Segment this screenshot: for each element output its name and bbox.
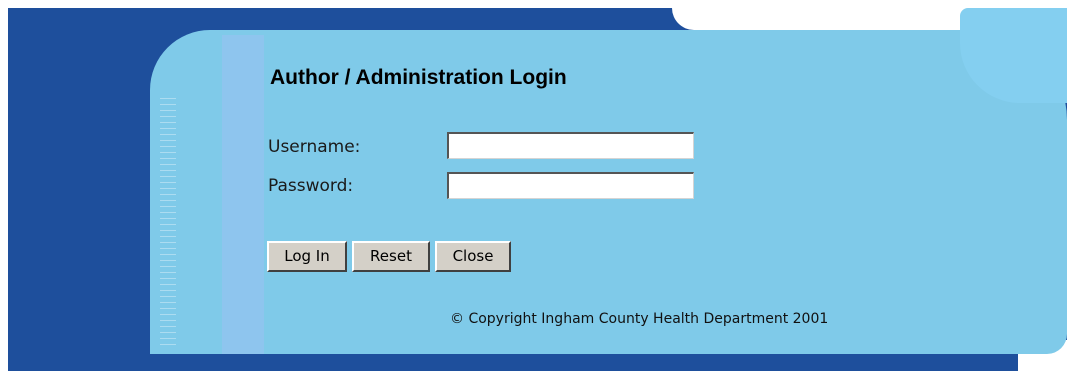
- close-button[interactable]: Close: [435, 241, 511, 272]
- password-label: Password:: [268, 176, 354, 196]
- username-field[interactable]: [447, 132, 694, 159]
- login-button[interactable]: Log In: [267, 241, 347, 272]
- login-page: Author / Administration Login Username: …: [0, 0, 1067, 371]
- password-field[interactable]: [447, 172, 694, 199]
- copyright-text: © Copyright Ingham County Health Departm…: [450, 311, 829, 327]
- username-label: Username:: [268, 137, 361, 157]
- page-title: Author / Administration Login: [270, 66, 567, 89]
- ruler-tick-decoration: [160, 98, 176, 348]
- panel-strip-decoration: [222, 35, 264, 354]
- reset-button[interactable]: Reset: [352, 241, 430, 272]
